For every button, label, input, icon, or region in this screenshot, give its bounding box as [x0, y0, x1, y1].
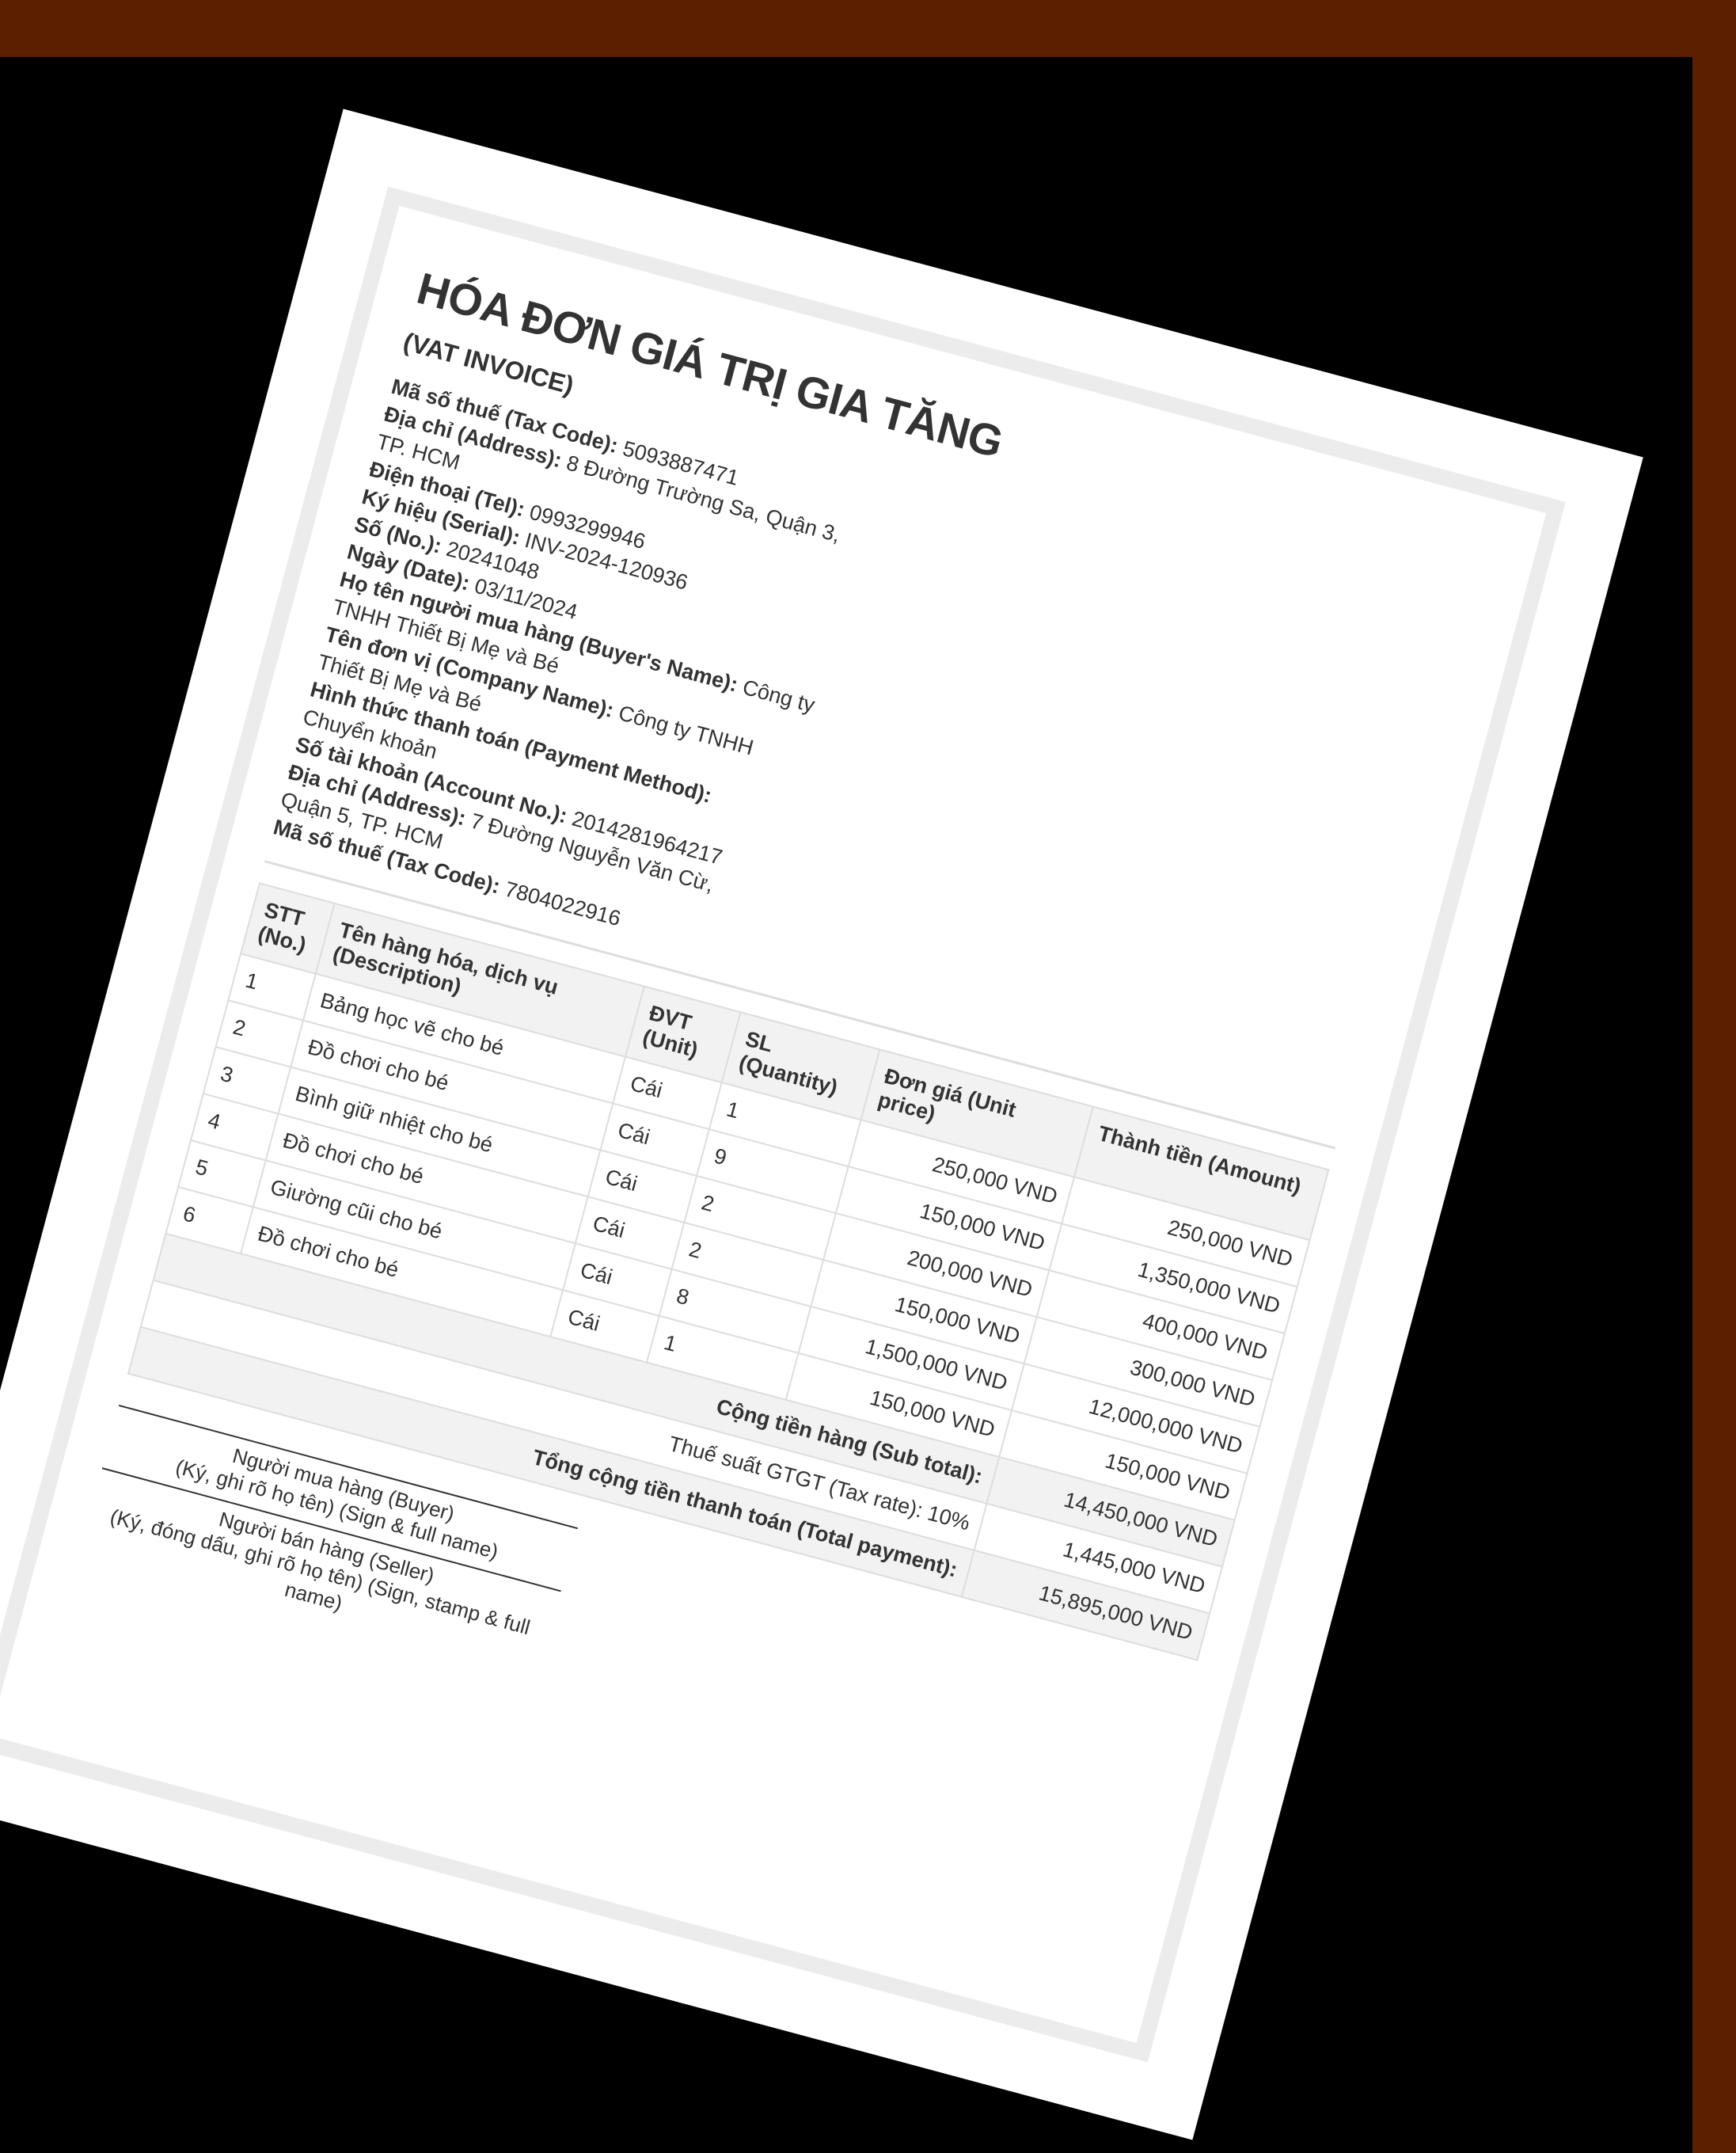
invoice-paper: HÓA ĐƠN GIÁ TRỊ GIA TĂNG (VAT INVOICE) M… — [0, 108, 1643, 2140]
invoice-document: HÓA ĐƠN GIÁ TRỊ GIA TĂNG (VAT INVOICE) M… — [0, 205, 1547, 2044]
background-right-band — [1692, 0, 1736, 2153]
background-top-band — [0, 0, 1736, 57]
invoice-info: Mã số thuế (Tax Code): 5093887471 Địa ch… — [270, 372, 869, 968]
